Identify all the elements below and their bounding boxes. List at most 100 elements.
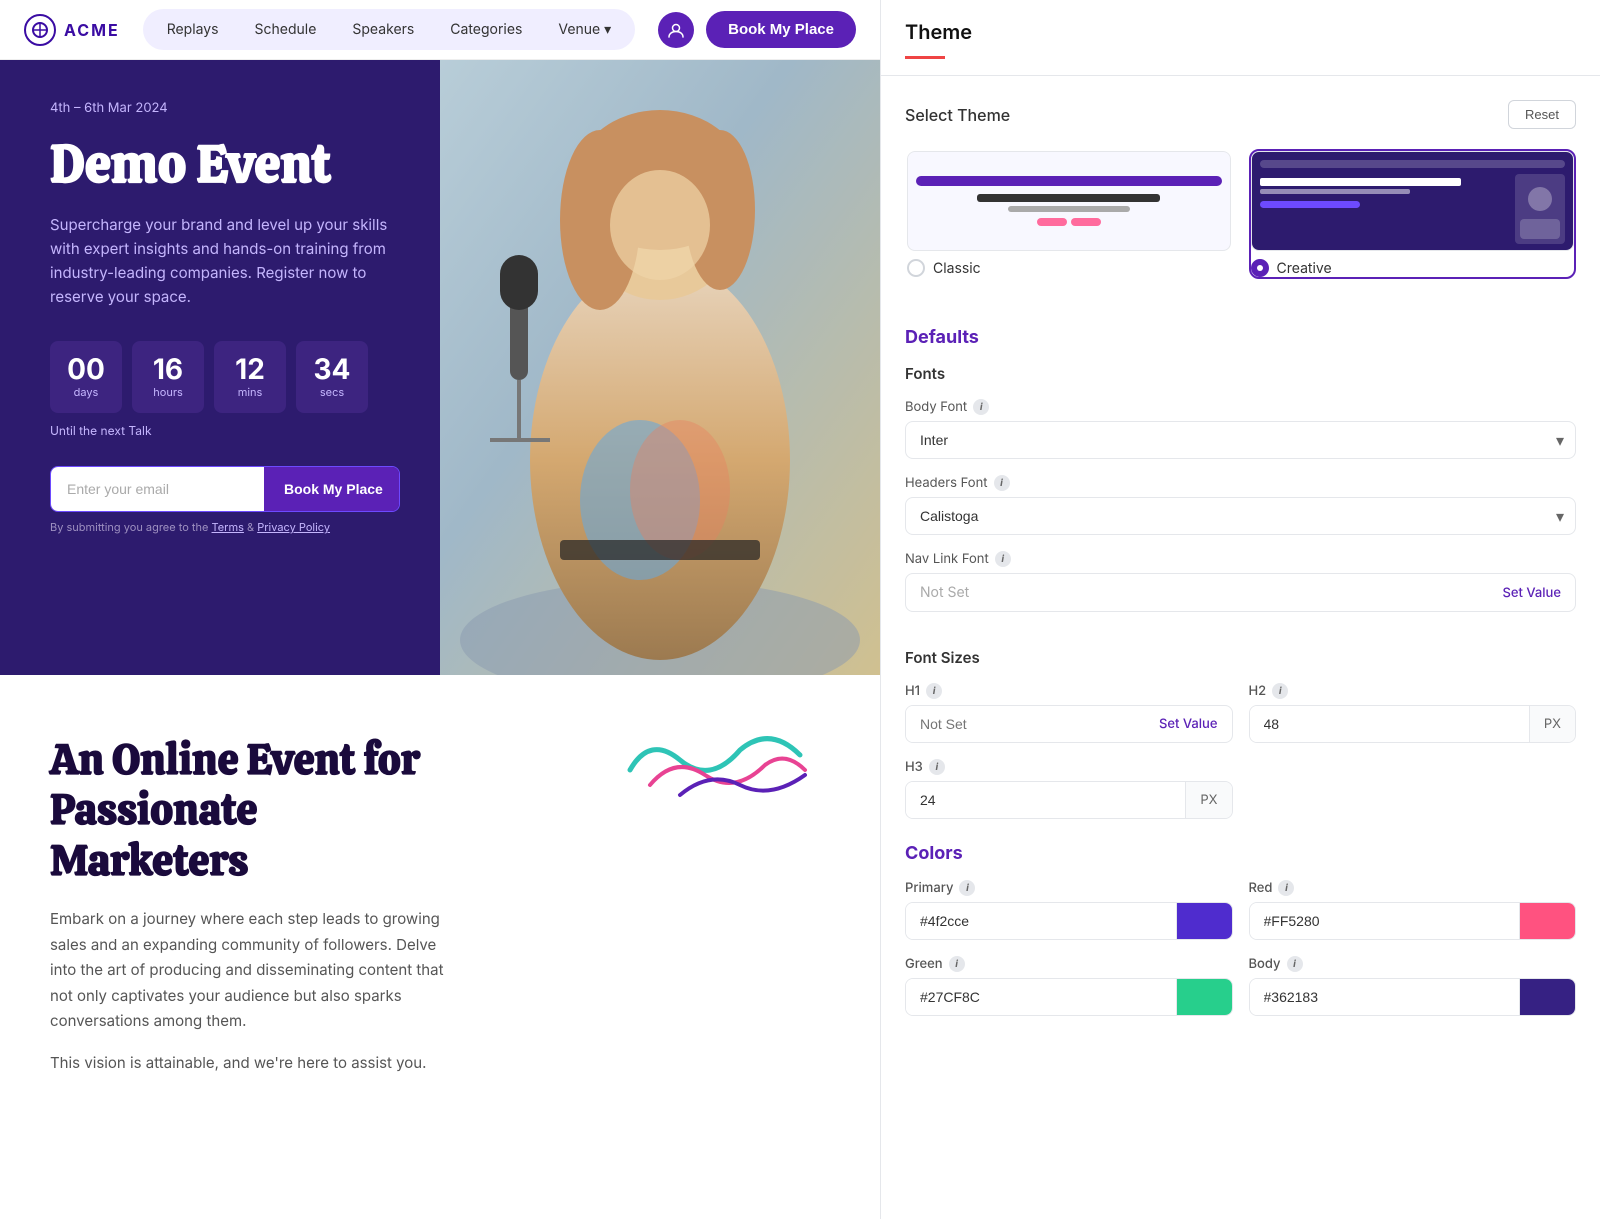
- nav-venue[interactable]: Venue ▾: [542, 15, 627, 44]
- body-color-info-icon[interactable]: i: [1287, 956, 1303, 972]
- h3-label: H3: [905, 759, 923, 775]
- h2-info-icon[interactable]: i: [1272, 683, 1288, 699]
- h2-size-item: H2 i PX: [1249, 683, 1577, 743]
- red-swatch[interactable]: [1519, 903, 1575, 939]
- primary-hex-input[interactable]: [906, 903, 1176, 939]
- h3-info-icon[interactable]: i: [929, 759, 945, 775]
- creative-option-row: Creative: [1251, 259, 1575, 277]
- nav-categories[interactable]: Categories: [434, 15, 538, 44]
- body-font-label: Body Font: [905, 399, 967, 415]
- green-input-row: [905, 978, 1233, 1016]
- h1-size-item: H1 i Set Value: [905, 683, 1233, 743]
- section2: An Online Event for Passionate Marketers…: [0, 675, 880, 1219]
- event-date: 4th – 6th Mar 2024: [50, 100, 400, 116]
- red-info-icon[interactable]: i: [1278, 880, 1294, 896]
- green-info-icon[interactable]: i: [949, 956, 965, 972]
- hero-section: 4th – 6th Mar 2024 Demo Event Supercharg…: [0, 60, 880, 675]
- red-color-item: Red i: [1249, 880, 1577, 940]
- body-hex-input[interactable]: [1250, 979, 1520, 1015]
- h2-input-row: PX: [1249, 705, 1577, 743]
- countdown-secs: 34 secs: [296, 341, 368, 413]
- logo[interactable]: ACME: [24, 14, 120, 46]
- countdown-note: Until the next Talk: [50, 423, 400, 438]
- classic-preview: [907, 151, 1231, 251]
- h2-label-row: H2 i: [1249, 683, 1577, 699]
- headers-font-select-wrapper: Calistoga Playfair Display Merriweather: [905, 497, 1576, 535]
- creative-preview: [1251, 151, 1575, 251]
- nav-link-font-info-icon[interactable]: i: [995, 551, 1011, 567]
- countdown-secs-value: 34: [313, 355, 350, 383]
- nav-font-set-value[interactable]: Set Value: [1502, 585, 1561, 601]
- colors-grid: Primary i Red i: [905, 880, 1576, 1016]
- hero-left: 4th – 6th Mar 2024 Demo Event Supercharg…: [0, 60, 440, 675]
- h3-unit: PX: [1185, 782, 1231, 818]
- h1-input-row: Set Value: [905, 705, 1233, 743]
- body-font-row: Body Font i Inter Roboto Open Sans: [905, 399, 1576, 459]
- logo-text: ACME: [64, 20, 120, 40]
- green-swatch[interactable]: [1176, 979, 1232, 1015]
- privacy-link[interactable]: Privacy Policy: [257, 520, 330, 534]
- email-input[interactable]: [51, 467, 264, 511]
- nav-replays[interactable]: Replays: [151, 15, 235, 44]
- headers-font-info-icon[interactable]: i: [994, 475, 1010, 491]
- h1-info-icon[interactable]: i: [926, 683, 942, 699]
- select-theme-row: Select Theme Reset: [905, 100, 1576, 129]
- red-hex-input[interactable]: [1250, 903, 1520, 939]
- body-font-select-wrapper: Inter Roboto Open Sans: [905, 421, 1576, 459]
- event-title: Demo Event: [50, 136, 400, 193]
- nav-schedule[interactable]: Schedule: [239, 15, 333, 44]
- nav-links: Replays Schedule Speakers Categories Ven…: [143, 9, 635, 50]
- nav-speakers[interactable]: Speakers: [336, 15, 430, 44]
- user-icon-button[interactable]: [658, 12, 694, 48]
- creative-radio[interactable]: [1251, 259, 1269, 277]
- primary-swatch[interactable]: [1176, 903, 1232, 939]
- body-font-info-icon[interactable]: i: [973, 399, 989, 415]
- countdown-mins-label: mins: [238, 385, 263, 399]
- classic-radio[interactable]: [907, 259, 925, 277]
- logo-icon: [24, 14, 56, 46]
- h3-size-item: H3 i PX: [905, 759, 1233, 819]
- section2-desc1: Embark on a journey where each step lead…: [50, 906, 450, 1034]
- h3-input-row: PX: [905, 781, 1233, 819]
- section2-desc2: This vision is attainable, and we're her…: [50, 1050, 450, 1076]
- colors-label: Colors: [905, 843, 1576, 864]
- h2-input[interactable]: [1250, 706, 1529, 742]
- h3-input[interactable]: [906, 782, 1185, 818]
- green-label: Green: [905, 956, 943, 972]
- red-label-row: Red i: [1249, 880, 1577, 896]
- green-hex-input[interactable]: [906, 979, 1176, 1015]
- headers-font-select[interactable]: Calistoga Playfair Display Merriweather: [905, 497, 1576, 535]
- green-label-row: Green i: [905, 956, 1233, 972]
- event-page: ACME Replays Schedule Speakers Categorie…: [0, 0, 880, 1219]
- section2-title: An Online Event for Passionate Marketers: [50, 735, 450, 886]
- book-place-nav-button[interactable]: Book My Place: [706, 11, 856, 48]
- squiggle-svg: [620, 715, 820, 805]
- headers-font-row: Headers Font i Calistoga Playfair Displa…: [905, 475, 1576, 535]
- countdown-mins: 12 mins: [214, 341, 286, 413]
- reset-button[interactable]: Reset: [1508, 100, 1576, 129]
- h1-input[interactable]: [906, 706, 1145, 742]
- form-terms: By submitting you agree to the Terms & P…: [50, 520, 400, 534]
- theme-card-classic[interactable]: Classic: [905, 149, 1233, 279]
- classic-option-row: Classic: [907, 259, 1231, 277]
- book-my-place-button[interactable]: Book My Place: [264, 467, 400, 511]
- font-sizes-grid: H1 i Set Value H2 i: [905, 683, 1576, 819]
- classic-label: Classic: [933, 260, 981, 277]
- countdown-days-label: days: [74, 385, 99, 399]
- terms-link[interactable]: Terms: [212, 520, 244, 534]
- nav-font-placeholder: Not Set: [920, 584, 969, 601]
- body-font-select[interactable]: Inter Roboto Open Sans: [905, 421, 1576, 459]
- countdown-days: 00 days: [50, 341, 122, 413]
- h1-set-value[interactable]: Set Value: [1145, 706, 1232, 742]
- theme-card-creative[interactable]: Creative: [1249, 149, 1577, 279]
- squiggle-decoration: [620, 715, 820, 809]
- section2-content: An Online Event for Passionate Marketers…: [50, 735, 450, 1091]
- body-swatch[interactable]: [1519, 979, 1575, 1015]
- countdown-timer: 00 days 16 hours 12 mins 34 secs: [50, 341, 400, 413]
- primary-label: Primary: [905, 880, 953, 896]
- primary-info-icon[interactable]: i: [959, 880, 975, 896]
- green-color-item: Green i: [905, 956, 1233, 1016]
- body-color-label: Body: [1249, 956, 1281, 972]
- primary-color-item: Primary i: [905, 880, 1233, 940]
- primary-input-row: [905, 902, 1233, 940]
